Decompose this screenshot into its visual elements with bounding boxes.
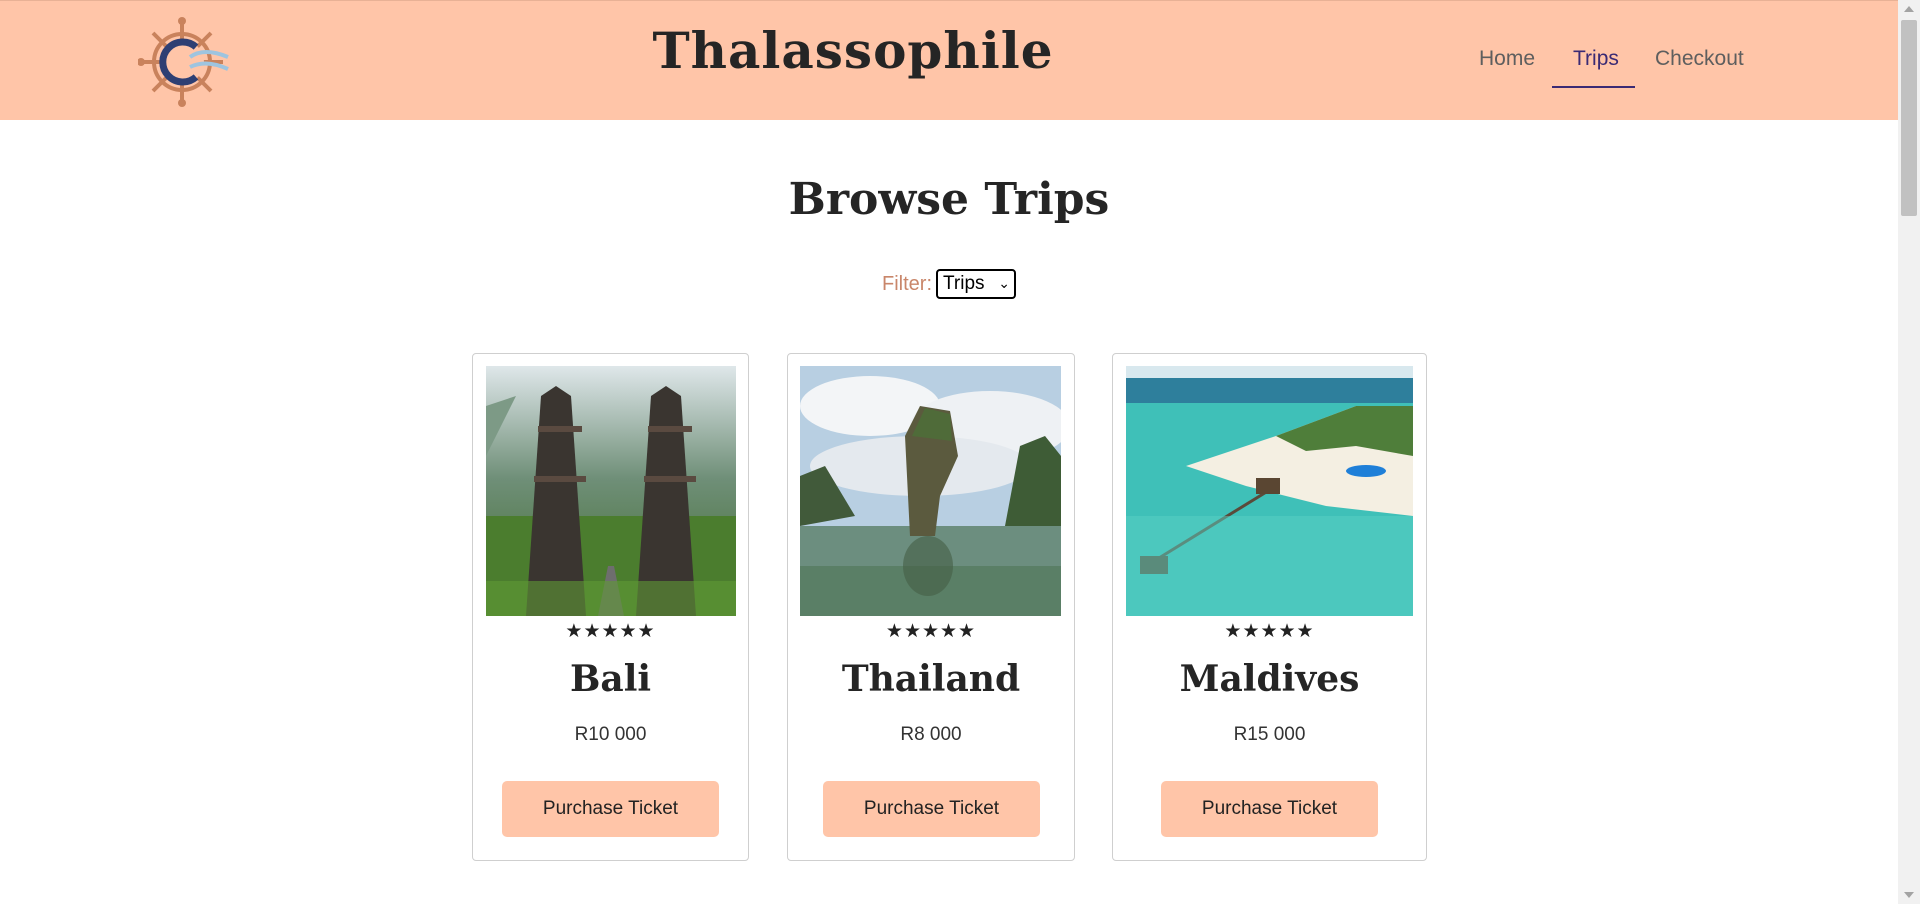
- thailand-rock-image: [800, 366, 1061, 616]
- active-nav-underline: [1552, 86, 1635, 88]
- page-title: Browse Trips: [788, 174, 1110, 225]
- page-scrollbar[interactable]: [1898, 0, 1920, 904]
- brand-title[interactable]: Thalassophile: [0, 21, 1706, 80]
- star-rating: ★★★★★: [1224, 621, 1315, 642]
- purchase-ticket-button[interactable]: Purchase Ticket: [1161, 781, 1378, 837]
- bali-gates-image: [486, 366, 736, 616]
- purchase-ticket-button[interactable]: Purchase Ticket: [823, 781, 1040, 837]
- trip-price: R15 000: [1233, 724, 1306, 745]
- filter-selected-value: Trips: [943, 273, 985, 294]
- trip-price: R8 000: [900, 724, 962, 745]
- trip-card-maldives: ★★★★★ Maldives R15 000 Purchase Ticket: [1112, 353, 1427, 861]
- maldives-resort-image: [1126, 366, 1413, 616]
- purchase-ticket-button[interactable]: Purchase Ticket: [502, 781, 719, 837]
- scroll-up-arrow-icon[interactable]: [1904, 6, 1914, 12]
- trip-name: Maldives: [1179, 658, 1360, 700]
- filter-label: Filter:: [882, 273, 932, 295]
- chevron-down-icon: ⌄: [998, 275, 1010, 291]
- nav-link-checkout[interactable]: Checkout: [1655, 47, 1744, 71]
- star-rating: ★★★★★: [885, 621, 977, 642]
- scroll-down-arrow-icon[interactable]: [1904, 892, 1914, 898]
- navbar: Thalassophile Home Trips Checkout: [0, 0, 1898, 120]
- nav-link-trips[interactable]: Trips: [1573, 47, 1619, 71]
- trip-name: Thailand: [841, 658, 1021, 700]
- trip-name: Bali: [569, 658, 652, 700]
- trip-price: R10 000: [574, 724, 647, 745]
- scrollbar-thumb[interactable]: [1901, 20, 1917, 216]
- filter-select[interactable]: Trips ⌄: [936, 269, 1016, 299]
- star-rating: ★★★★★: [565, 621, 656, 642]
- nav-link-home[interactable]: Home: [1479, 47, 1535, 71]
- trip-card-thailand: ★★★★★ Thailand R8 000 Purchase Ticket: [787, 353, 1075, 861]
- trip-card-bali: ★★★★★ Bali R10 000 Purchase Ticket: [472, 353, 749, 861]
